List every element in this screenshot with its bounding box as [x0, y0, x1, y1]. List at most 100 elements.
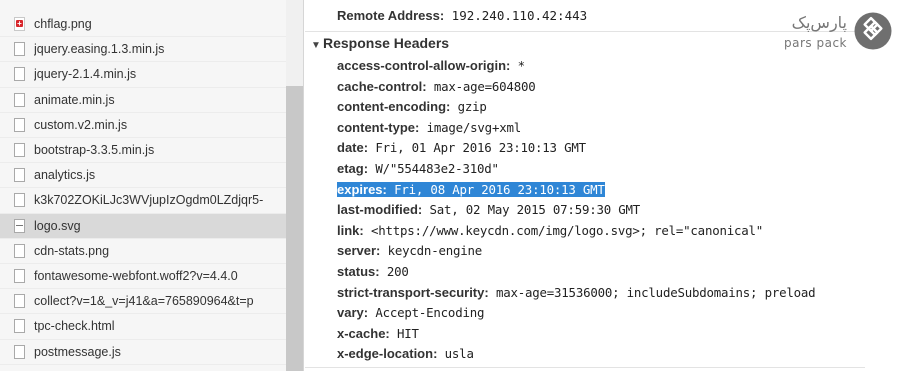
remote-address-key: Remote Address: — [337, 8, 445, 23]
document-file-icon — [14, 143, 25, 158]
document-file-icon — [14, 42, 25, 57]
file-name: k3k702ZOKiLJc3WVjupIzOgdm0LZdjqr5- — [34, 193, 264, 208]
file-list-scrollbar-thumb[interactable] — [286, 86, 303, 371]
network-file-list: chflag.png jquery.easing.1.3.min.js jquery… — [0, 0, 304, 371]
file-row[interactable]: fontawesome-webfont.woff2?v=4.4.0 — [0, 264, 286, 290]
header-row: server: keycdn-engine — [337, 241, 482, 261]
file-row[interactable]: jquery-2.1.4.min.js — [0, 62, 286, 88]
file-name: jquery.easing.1.3.min.js — [34, 42, 165, 57]
document-file-icon — [14, 344, 25, 359]
header-key: vary: — [337, 305, 369, 321]
logo-text-en: pars pack — [784, 36, 847, 50]
file-name: analytics.js — [34, 168, 96, 183]
header-key: content-encoding: — [337, 99, 451, 115]
header-value: usla — [437, 346, 474, 362]
header-row: strict-transport-security: max-age=31536… — [337, 283, 816, 303]
document-file-icon — [14, 269, 25, 284]
header-key: date: — [337, 140, 369, 156]
response-headers-title: Response Headers — [323, 35, 450, 51]
header-row: last-modified: Sat, 02 May 2015 07:59:30… — [337, 200, 640, 220]
file-row[interactable]: logo.svg — [0, 213, 286, 239]
file-row[interactable]: cdn-stats.png — [0, 239, 286, 264]
file-name: custom.v2.min.js — [34, 117, 128, 132]
file-row[interactable]: chflag.png — [0, 12, 286, 38]
header-value: Sat, 02 May 2015 07:59:30 GMT — [422, 202, 641, 218]
logo-text-fa: پارس‌پک — [791, 13, 847, 32]
file-row[interactable]: postmessage.js — [0, 340, 286, 365]
file-name: chflag.png — [34, 17, 92, 32]
header-row: status: 200 — [337, 262, 409, 282]
bottom-divider — [305, 367, 865, 368]
header-value: image/svg+xml — [419, 119, 522, 135]
header-key: access-control-allow-origin: — [337, 58, 511, 73]
file-row[interactable]: bootstrap-3.3.5.min.js — [0, 138, 286, 164]
document-file-icon — [14, 193, 25, 208]
file-row[interactable]: analytics.js — [0, 163, 286, 189]
header-row: expires: Fri, 08 Apr 2016 23:10:13 GMT — [337, 180, 605, 200]
header-value: <https://www.keycdn.com/img/logo.svg>; r… — [363, 222, 764, 238]
file-name: collect?v=1&_v=j41&a=765890964&t=p — [34, 294, 254, 309]
document-file-icon — [14, 168, 25, 183]
file-name: logo.svg — [34, 218, 81, 233]
header-value: 200 — [379, 264, 409, 279]
header-value: Fri, 01 Apr 2016 23:10:13 GMT — [368, 140, 586, 156]
header-value: keycdn-engine — [380, 243, 483, 259]
header-value: gzip — [450, 99, 487, 115]
header-value: HIT — [389, 325, 419, 341]
header-value: * — [510, 58, 525, 73]
logo-diamond-icon — [854, 12, 892, 50]
remote-address-value: 192.240.110.42:443 — [444, 8, 588, 23]
header-row: x-edge-location: usla — [337, 344, 474, 364]
collapse-triangle-icon: ▼ — [311, 40, 321, 51]
header-row: cache-control: max-age=604800 — [337, 77, 536, 97]
header-key: expires: — [337, 181, 387, 197]
response-headers-toggle[interactable]: ▼ Response Headers — [311, 35, 449, 51]
file-name: tpc-check.html — [34, 319, 115, 334]
file-name: jquery-2.1.4.min.js — [34, 67, 137, 82]
document-file-icon — [14, 67, 25, 82]
document-file-icon — [14, 92, 25, 107]
file-name: cdn-stats.png — [34, 243, 110, 258]
document-file-icon — [14, 117, 25, 132]
file-name: animate.min.js — [34, 92, 115, 107]
header-value: Fri, 08 Apr 2016 23:10:13 GMT — [386, 181, 605, 197]
header-value: max-age=604800 — [426, 78, 536, 94]
header-key: server: — [337, 243, 381, 259]
file-row[interactable]: k3k702ZOKiLJc3WVjupIzOgdm0LZdjqr5- — [0, 188, 286, 214]
remote-address-row: Remote Address: 192.240.110.42:443 — [337, 8, 587, 23]
header-key: cache-control: — [337, 78, 427, 94]
header-key: link: — [337, 222, 364, 238]
header-value: max-age=31536000; includeSubdomains; pre… — [488, 284, 816, 300]
file-name: bootstrap-3.3.5.min.js — [34, 143, 155, 158]
header-row: date: Fri, 01 Apr 2016 23:10:13 GMT — [337, 138, 586, 158]
header-row: x-cache: HIT — [337, 324, 419, 344]
file-row[interactable]: animate.min.js — [0, 88, 286, 113]
header-key: last-modified: — [337, 202, 423, 218]
header-key: strict-transport-security: — [337, 284, 489, 300]
file-name: postmessage.js — [34, 344, 121, 359]
header-value: Accept-Encoding — [368, 305, 485, 321]
header-row: link: <https://www.keycdn.com/img/logo.s… — [337, 221, 763, 241]
header-key: status: — [337, 264, 380, 279]
header-key: content-type: — [337, 119, 420, 135]
image-file-icon — [14, 17, 25, 32]
header-key: x-cache: — [337, 325, 390, 341]
file-row[interactable]: tpc-check.html — [0, 314, 286, 340]
file-name: fontawesome-webfont.woff2?v=4.4.0 — [34, 269, 238, 284]
header-key: etag: — [337, 161, 369, 176]
header-row: etag: W/"554483e2-310d" — [337, 159, 499, 179]
header-value: W/"554483e2-310d" — [368, 161, 499, 176]
parspack-logo: پارس‌پک pars pack — [768, 10, 892, 66]
file-row[interactable]: collect?v=1&_v=j41&a=765890964&t=p — [0, 289, 286, 315]
document-file-icon — [14, 319, 25, 334]
file-row[interactable]: custom.v2.min.js — [0, 113, 286, 138]
document-file-icon — [14, 218, 25, 233]
header-row: vary: Accept-Encoding — [337, 303, 484, 323]
header-row: content-type: image/svg+xml — [337, 118, 521, 138]
document-file-icon — [14, 243, 25, 258]
file-row[interactable]: jquery.easing.1.3.min.js — [0, 37, 286, 63]
header-key: x-edge-location: — [337, 346, 438, 362]
header-row: access-control-allow-origin: * — [337, 56, 525, 76]
document-file-icon — [14, 294, 25, 309]
header-row: content-encoding: gzip — [337, 97, 487, 117]
